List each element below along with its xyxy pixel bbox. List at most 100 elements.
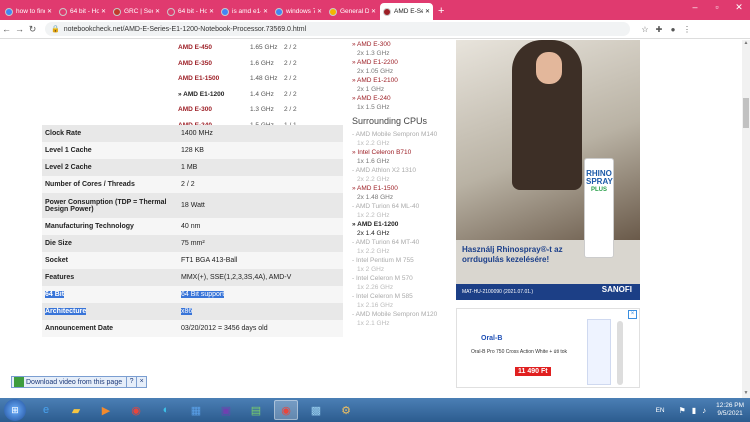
spec-value: 75 mm² — [181, 240, 205, 247]
language-indicator[interactable]: EN — [656, 407, 665, 414]
tab-close-icon[interactable]: ✕ — [371, 8, 376, 15]
scroll-up-icon[interactable]: ▲ — [742, 40, 750, 48]
oralb-ad[interactable]: × Oral-B Oral-B Pro 750 Cross Action Whi… — [456, 308, 640, 388]
volume-icon[interactable]: ♪ — [702, 406, 706, 415]
cpu-list-item[interactable]: AMD E-350 1.6 GHz 2 / 2 — [178, 56, 342, 72]
oralb-logo: Oral-B — [481, 335, 503, 342]
app-icon[interactable]: ▦ — [184, 400, 208, 420]
explorer-icon[interactable]: ▰ — [64, 400, 88, 420]
cpu-threads: 2 / 2 — [284, 59, 297, 67]
tab-close-icon[interactable]: ✕ — [209, 8, 214, 15]
minimize-icon[interactable]: – — [684, 0, 706, 14]
edge-icon[interactable]: ◐ — [154, 400, 178, 420]
related-cpu-name[interactable]: » AMD E-240 — [352, 94, 452, 103]
new-tab-button[interactable]: + — [434, 3, 448, 20]
tab-close-icon[interactable]: ✕ — [47, 8, 52, 15]
surrounding-cpu-name[interactable]: - AMD Athlon X2 1310 — [352, 166, 452, 175]
spec-row: 64 Bit 64 Bit support — [42, 286, 343, 303]
surrounding-cpu-name[interactable]: » Intel Celeron B710 — [352, 148, 452, 157]
surrounding-heading: Surrounding CPUs — [352, 116, 428, 126]
tab-4[interactable]: is amd e1-120✕ — [218, 3, 271, 20]
tab-close-icon[interactable]: ✕ — [317, 8, 322, 15]
reload-icon[interactable]: ↻ — [26, 24, 39, 35]
related-cpu-name[interactable]: » AMD E1-2100 — [352, 76, 452, 85]
cpu-threads: 2 / 2 — [284, 90, 297, 98]
surrounding-cpu-item[interactable]: » AMD E1-1500 2x 1.48 GHz — [352, 184, 452, 202]
network-icon[interactable]: ▮ — [692, 406, 696, 415]
surrounding-cpu-name[interactable]: - Intel Pentium M 755 — [352, 256, 452, 265]
surrounding-cpu-item[interactable]: - Intel Pentium M 755 1x 2 GHz — [352, 256, 452, 274]
extension-icon[interactable]: ✚ — [652, 25, 666, 34]
ie-icon[interactable]: e — [34, 400, 58, 420]
system-tray: EN ⚑ ▮ ♪ 12:26 PM 9/5/2021 — [656, 398, 744, 422]
chrome-icon[interactable]: ◉ — [124, 400, 148, 420]
control-panel-icon[interactable]: ▩ — [304, 400, 328, 420]
media-player-icon[interactable]: ▶ — [94, 400, 118, 420]
save-icon[interactable]: ▣ — [214, 400, 238, 420]
spec-row: Features MMX(+), SSE(1,2,3,3S,4A), AMD-V — [42, 269, 343, 286]
forward-icon[interactable]: → — [13, 24, 26, 34]
surrounding-cpu-item[interactable]: - AMD Athlon X2 1310 2x 2.2 GHz — [352, 166, 452, 184]
tab-close-icon[interactable]: ✕ — [263, 8, 268, 15]
surrounding-cpu-item[interactable]: » AMD E1-1200 2x 1.4 GHz — [352, 220, 452, 238]
related-cpu-item[interactable]: » AMD E1-2200 2x 1.05 GHz — [352, 58, 452, 76]
star-icon[interactable]: ☆ — [638, 25, 652, 34]
tab-0[interactable]: how to find if✕ — [2, 3, 55, 20]
close-icon[interactable]: ✕ — [728, 0, 750, 14]
close-icon[interactable]: × — [136, 377, 146, 387]
related-cpu-name[interactable]: » AMD E-300 — [352, 40, 452, 49]
surrounding-cpu-name[interactable]: - AMD Mobile Sempron M140 — [352, 130, 452, 139]
surrounding-cpu-item[interactable]: - Intel Celeron M 585 1x 2.16 GHz — [352, 292, 452, 310]
surrounding-cpu-item[interactable]: - Intel Celeron M 570 1x 2.26 GHz — [352, 274, 452, 292]
page-scrollbar[interactable]: ▲ ▼ — [742, 40, 750, 398]
related-cpu-item[interactable]: » AMD E-300 2x 1.3 GHz — [352, 40, 452, 58]
scroll-thumb[interactable] — [743, 98, 749, 128]
clock[interactable]: 12:26 PM 9/5/2021 — [716, 402, 744, 418]
tab-close-icon[interactable]: ✕ — [101, 8, 106, 15]
ad-close-icon[interactable]: × — [628, 310, 637, 319]
menu-icon[interactable]: ⋮ — [680, 25, 694, 34]
tool-icon[interactable]: ⚙ — [334, 400, 358, 420]
surrounding-cpu-name[interactable]: - AMD Turion 64 MT-40 — [352, 238, 452, 247]
spec-table: Clock Rate 1400 MHz Level 1 Cache 128 KB Lev… — [42, 125, 343, 337]
maximize-icon[interactable]: ▫ — [706, 0, 728, 14]
related-cpu-item[interactable]: » AMD E-240 1x 1.5 GHz — [352, 94, 452, 112]
surrounding-cpu-item[interactable]: » Intel Celeron B710 1x 1.6 GHz — [352, 148, 452, 166]
url-field[interactable]: 🔒 notebookcheck.net/AMD-E-Series-E1-1200… — [45, 22, 630, 36]
scroll-down-icon[interactable]: ▼ — [742, 390, 750, 398]
flag-icon[interactable]: ⚑ — [679, 406, 686, 415]
surrounding-cpu-item[interactable]: - AMD Mobile Sempron M140 1x 2.2 GHz — [352, 130, 452, 148]
surrounding-cpu-item[interactable]: - AMD Mobile Sempron M120 1x 2.1 GHz — [352, 310, 452, 328]
surrounding-cpu-item[interactable]: - AMD Turion 64 ML-40 1x 2.2 GHz — [352, 202, 452, 220]
surrounding-cpu-name[interactable]: - AMD Mobile Sempron M120 — [352, 310, 452, 319]
tab-close-icon[interactable]: ✕ — [155, 8, 160, 15]
cpu-list-item[interactable]: AMD E-300 1.3 GHz 2 / 2 — [178, 102, 342, 118]
cpu-list-item[interactable]: AMD E-450 1.65 GHz 2 / 2 — [178, 40, 342, 56]
start-button[interactable]: ⊞ — [4, 399, 26, 421]
rhinospray-ad[interactable]: RHINO SPRAY PLUS Használj Rhinospray®-t … — [456, 40, 640, 300]
surrounding-cpu-name[interactable]: » AMD E1-1200 — [352, 220, 452, 229]
download-video-button[interactable]: Download video from this page — [26, 379, 126, 386]
related-cpu-name[interactable]: » AMD E1-2200 — [352, 58, 452, 67]
surrounding-cpu-item[interactable]: - AMD Turion 64 MT-40 1x 2.2 GHz — [352, 238, 452, 256]
surrounding-cpu-name[interactable]: » AMD E1-1500 — [352, 184, 452, 193]
surrounding-cpu-name[interactable]: - AMD Turion 64 ML-40 — [352, 202, 452, 211]
tab-close-icon[interactable]: ✕ — [425, 8, 430, 15]
related-cpu-item[interactable]: » AMD E1-2100 2x 1 GHz — [352, 76, 452, 94]
tab-2[interactable]: GRC | SecurAb✕ — [110, 3, 163, 20]
surrounding-cpu-name[interactable]: - Intel Celeron M 570 — [352, 274, 452, 283]
tab-1[interactable]: 64 bit - How c✕ — [56, 3, 109, 20]
profile-icon[interactable]: ● — [666, 25, 680, 34]
help-icon[interactable]: ? — [126, 377, 136, 387]
tab-6[interactable]: General Discu✕ — [326, 3, 379, 20]
cpu-freq: 1.48 GHz — [250, 75, 278, 83]
tab-5[interactable]: windows 7 for✕ — [272, 3, 325, 20]
cpu-list-item[interactable]: AMD E1-1500 1.48 GHz 2 / 2 — [178, 71, 342, 87]
tab-3[interactable]: 64 bit - How t✕ — [164, 3, 217, 20]
tab-favicon-icon — [329, 7, 337, 16]
task-manager-icon[interactable]: ▤ — [244, 400, 268, 420]
chrome-active-icon[interactable]: ◉ — [274, 400, 298, 420]
back-icon[interactable]: ← — [0, 24, 13, 34]
tab-7[interactable]: AMD E-Series✕ — [380, 3, 433, 20]
surrounding-cpu-name[interactable]: - Intel Celeron M 585 — [352, 292, 452, 301]
